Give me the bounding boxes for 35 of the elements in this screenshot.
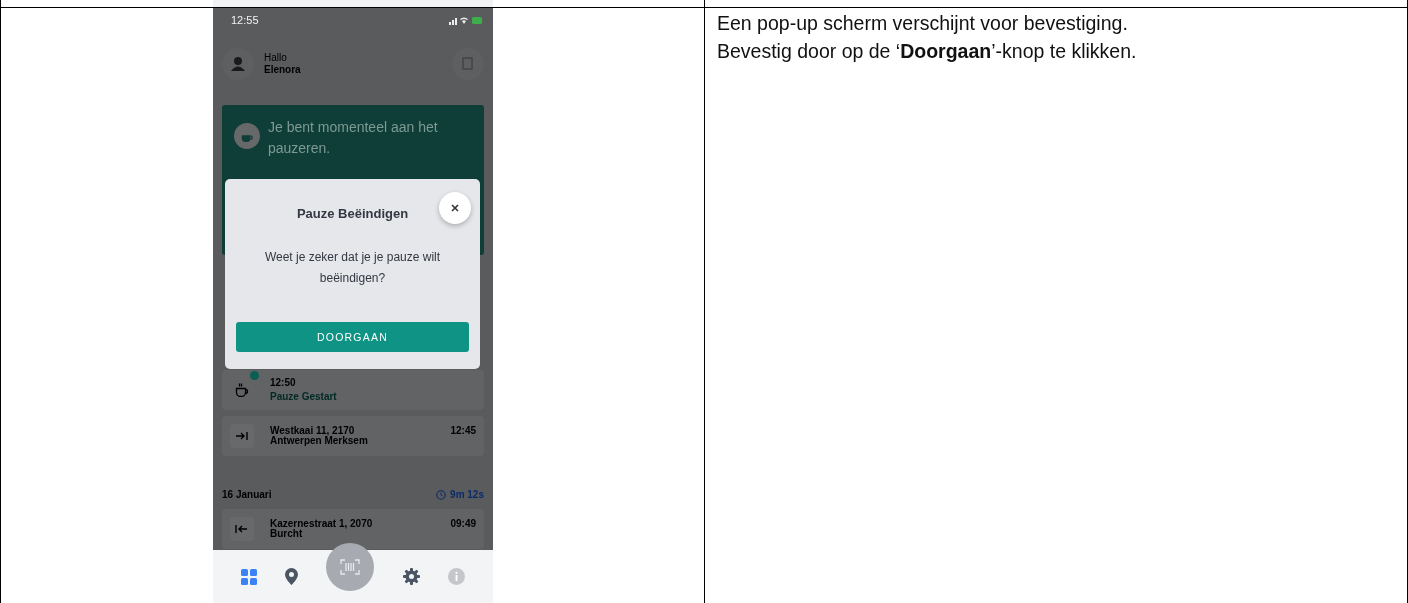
address-line: Burcht [270,529,304,539]
dialog-message: Weet je zeker dat je je pauze wilt beëindigen? [263,249,442,287]
timeline-entry[interactable]: 12:50 Pauze Gestart [222,370,484,410]
greeting-text: Hallo [264,52,288,64]
continue-button[interactable]: DOORGAAN [236,322,469,352]
address-line: Westkaai 11, 2170 [270,426,355,436]
timeline-entry[interactable]: Westkaai 11, 2170 Antwerpen Merksem 12:45 [222,416,484,456]
coffee-cup-icon [235,383,249,397]
day-duration: 9m 12s [450,489,484,500]
address-line: Kazernestraat 1, 2070 [270,519,374,529]
entry-time: 12:50 [270,377,297,389]
settings-icon[interactable] [402,568,420,585]
status-time: 12:55 [231,14,259,26]
instruction-text: Bevestig door op de ‘Doorgaan’-knop te klikken. [717,39,1138,64]
status-icons [449,15,483,25]
banner-text: Je bent momenteel aan het pauzeren. [267,118,439,158]
clock-icon [436,489,447,500]
instruction-text: Een pop-up scherm verschijnt voor bevestiging. [717,11,1129,36]
arrow-from-bar-icon [230,517,254,541]
entry-label: Pauze Gestart [270,391,338,403]
entry-time: 12:45 [450,425,476,436]
close-icon [451,204,459,212]
close-button[interactable] [439,192,471,224]
day-date: 16 Januari [222,489,272,500]
status-dot [250,371,259,380]
scan-icon [340,558,361,575]
address-line: Antwerpen Merksem [270,436,369,446]
entry-time: 09:49 [450,518,476,529]
coffee-cup-icon [234,121,260,151]
dialog-title: Pauze Beëindigen [296,206,409,221]
location-pin-icon[interactable] [285,568,299,585]
user-name: Elenora [264,64,302,76]
dashboard-icon[interactable] [241,568,258,585]
timeline-entry[interactable]: Kazernestraat 1, 2070 Burcht 09:49 [222,509,484,549]
arrow-to-bar-icon [230,424,254,448]
